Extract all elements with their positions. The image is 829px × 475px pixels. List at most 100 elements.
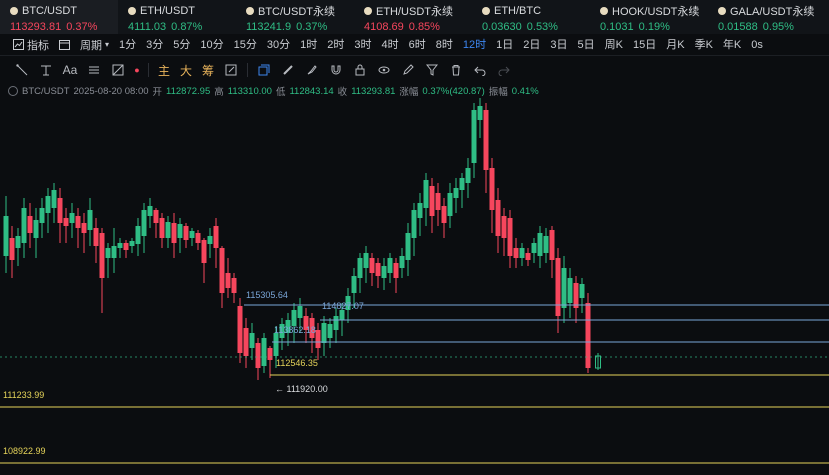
- main-indicator-label: 主: [157, 63, 170, 78]
- visibility-icon[interactable]: [8, 86, 18, 96]
- candle-body: [135, 226, 141, 244]
- candle-body: [237, 306, 243, 353]
- horizontal-lines-icon[interactable]: [82, 59, 106, 81]
- candle-body: [507, 218, 513, 256]
- redo-icon[interactable]: [492, 59, 516, 81]
- candle-body: [111, 246, 117, 258]
- ticker-eth-usdt[interactable]: ETH/USDT 4111.03 0.87%: [118, 0, 236, 34]
- text-tool-button[interactable]: Aa: [58, 59, 82, 81]
- interval-10[interactable]: 6时: [404, 34, 431, 56]
- ticker-symbol: BTC/USDT永续: [258, 6, 335, 18]
- main-indicator-button[interactable]: 主: [153, 59, 175, 81]
- interval-15[interactable]: 3日: [545, 34, 572, 56]
- ticker-hook-usdt-perp[interactable]: HOOK/USDT永续 0.1031 0.19%: [590, 0, 708, 34]
- magnet-icon[interactable]: [324, 59, 348, 81]
- interval-2[interactable]: 5分: [168, 34, 195, 56]
- interval-4[interactable]: 15分: [229, 34, 262, 56]
- interval-toolbar: 指标 周期 ▾ 1分 3分 5分 10分 15分 30分 1时 2时 3时 4时 6时 8时 12时 1日…: [0, 34, 829, 56]
- indicator-button[interactable]: 指标: [8, 34, 54, 56]
- interval-21[interactable]: 年K: [718, 34, 746, 56]
- interval-list: 1分 3分 5分 10分 15分 30分 1时 2时 3时 4时 6时 8时 12时 1日 2日 3日 5日 周K…: [114, 34, 768, 56]
- candle-body: [525, 253, 531, 260]
- lock-icon[interactable]: [348, 59, 372, 81]
- eye-icon[interactable]: [372, 59, 396, 81]
- calendar-button[interactable]: [54, 34, 75, 56]
- fibonacci-icon[interactable]: [34, 59, 58, 81]
- low-marker-label: ← 111920.00: [275, 384, 328, 394]
- candle-body: [435, 193, 441, 210]
- record-dot-icon[interactable]: ●: [130, 59, 144, 81]
- candle-body: [369, 258, 375, 273]
- level-label-111233: 111233.99: [3, 390, 44, 400]
- ticker-btc-usdt[interactable]: BTC/USDT 113293.81 0.37%: [0, 0, 118, 34]
- ticker-symbol: ETH/BTC: [494, 5, 542, 17]
- candle-body: [81, 223, 87, 233]
- candle-body: [567, 278, 573, 303]
- interval-14[interactable]: 2日: [518, 34, 545, 56]
- interval-19[interactable]: 月K: [661, 34, 689, 56]
- interval-11[interactable]: 8时: [431, 34, 458, 56]
- candle-body: [21, 208, 27, 243]
- candle-body: [405, 233, 411, 260]
- text-tool-label: Aa: [62, 63, 78, 77]
- ticker-btc-usdt-perp[interactable]: BTC/USDT永续 113241.9 0.37%: [236, 0, 354, 34]
- measure-icon[interactable]: [106, 59, 130, 81]
- interval-8[interactable]: 3时: [349, 34, 376, 56]
- candles-group: [3, 98, 601, 380]
- interval-9[interactable]: 4时: [377, 34, 404, 56]
- edit-icon[interactable]: [219, 59, 243, 81]
- interval-12[interactable]: 12时: [458, 34, 491, 56]
- drawing-toolbar: Aa ● 主 大 筹: [0, 57, 829, 83]
- candle-body: [339, 310, 345, 320]
- brush-icon[interactable]: [300, 59, 324, 81]
- interval-16[interactable]: 5日: [573, 34, 600, 56]
- ticker-price: 0.1031: [600, 21, 634, 33]
- ticker-eth-btc[interactable]: ETH/BTC 0.03630 0.53%: [472, 0, 590, 34]
- candle-body: [219, 248, 225, 293]
- candle-body: [471, 110, 477, 163]
- interval-7[interactable]: 2时: [322, 34, 349, 56]
- ticker-symbol: ETH/USDT: [140, 5, 195, 17]
- candle-body: [129, 241, 135, 246]
- cursor-icon[interactable]: [10, 59, 34, 81]
- interval-5[interactable]: 30分: [262, 34, 295, 56]
- candle-body: [429, 186, 435, 216]
- period-dropdown[interactable]: 周期 ▾: [75, 34, 114, 56]
- candle-body: [549, 230, 555, 260]
- ticker-gala-usdt-perp[interactable]: GALA/USDT永续 0.01588 0.95%: [708, 0, 826, 34]
- candle-body: [375, 263, 381, 276]
- filter-icon[interactable]: [420, 59, 444, 81]
- candle-body: [177, 224, 183, 238]
- candle-body: [147, 206, 153, 216]
- change-label: 涨幅: [399, 87, 419, 98]
- ticker-symbol: HOOK/USDT永续: [612, 6, 700, 18]
- chip-distribution-button[interactable]: 筹: [197, 59, 219, 81]
- interval-18[interactable]: 15日: [628, 34, 661, 56]
- close-label: 收: [337, 87, 348, 98]
- ruler-icon[interactable]: [276, 59, 300, 81]
- interval-13[interactable]: 1日: [491, 34, 518, 56]
- candle-body: [441, 206, 447, 223]
- candle-body: [477, 106, 483, 120]
- candle-body: [447, 193, 453, 216]
- interval-22[interactable]: 0s: [746, 34, 768, 56]
- ticker-eth-usdt-perp[interactable]: ETH/USDT永续 4108.69 0.85%: [354, 0, 472, 34]
- candlestick-chart[interactable]: 115305.64 114827.07 113862.18 112546.35 …: [0, 98, 829, 475]
- copy-icon[interactable]: [252, 59, 276, 81]
- large-order-button[interactable]: 大: [175, 59, 197, 81]
- candle-body: [555, 258, 561, 316]
- candle-body: [69, 213, 75, 223]
- undo-icon[interactable]: [468, 59, 492, 81]
- trash-icon[interactable]: [444, 59, 468, 81]
- interval-3[interactable]: 10分: [195, 34, 228, 56]
- candle-body: [333, 316, 339, 330]
- interval-17[interactable]: 周K: [600, 34, 628, 56]
- ticker-bar: BTC/USDT 113293.81 0.37% ETH/USDT 4111.03…: [0, 0, 829, 34]
- pen-icon[interactable]: [396, 59, 420, 81]
- interval-20[interactable]: 季K: [690, 34, 718, 56]
- chevron-down-icon: ▾: [105, 40, 110, 49]
- interval-0[interactable]: 1分: [114, 34, 141, 56]
- chart-canvas[interactable]: 115305.64 114827.07 113862.18 112546.35 …: [0, 98, 829, 475]
- interval-6[interactable]: 1时: [295, 34, 322, 56]
- interval-1[interactable]: 3分: [141, 34, 168, 56]
